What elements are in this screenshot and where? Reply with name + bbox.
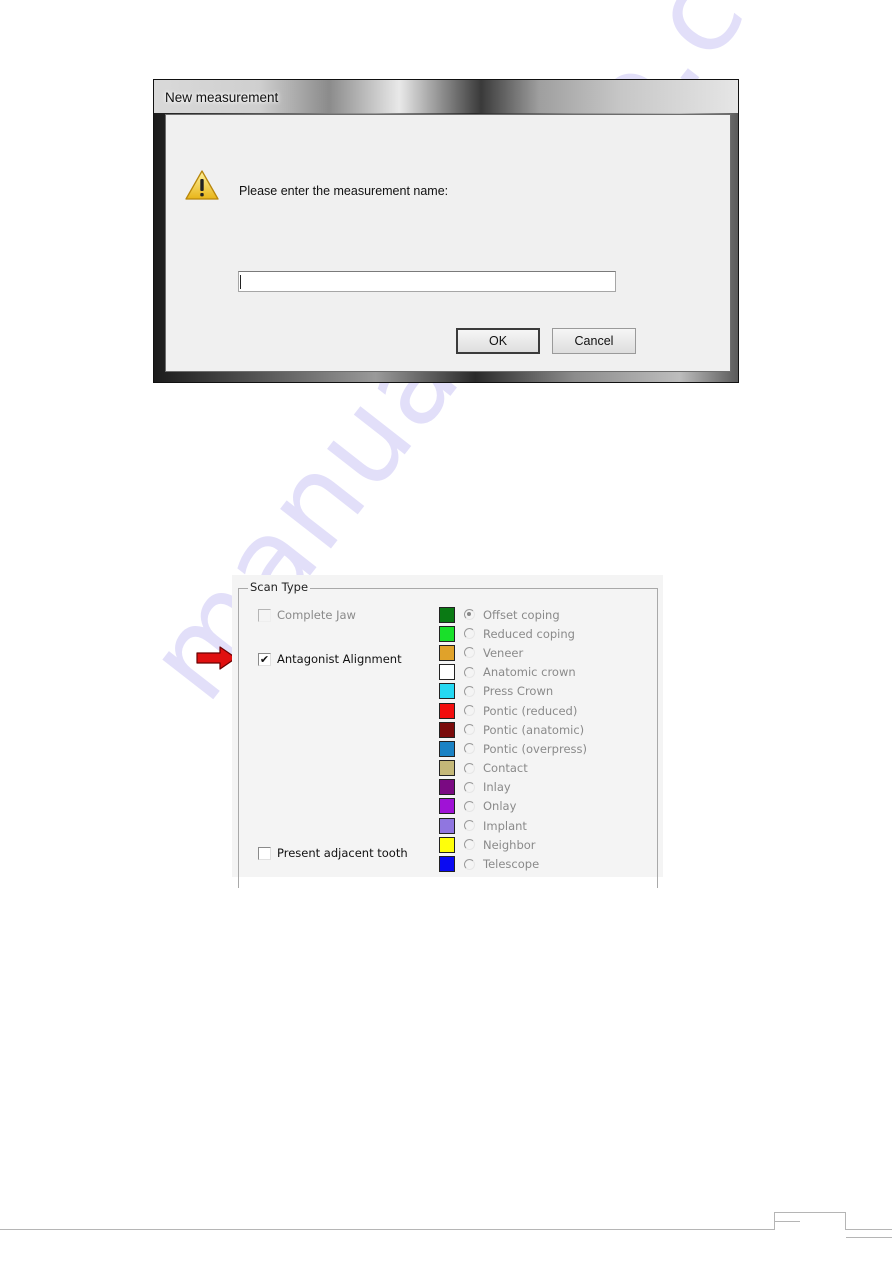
new-measurement-dialog: New measurement Please enter the measure… [153,79,739,383]
radio-button[interactable] [464,839,475,851]
scan-type-label: Onlay [483,799,517,814]
color-swatch [439,817,455,834]
scan-type-panel: Complete Jaw ✔ Antagonist Alignment Pres… [232,575,663,888]
scan-type-option[interactable]: Pontic (anatomic) [439,720,587,739]
dialog-prompt: Please enter the measurement name: [239,184,449,198]
footer-tab-rule [775,1221,800,1222]
scan-type-label: Contact [483,761,528,776]
scan-type-label: Pontic (anatomic) [483,722,585,737]
scan-type-label: Neighbor [483,837,536,852]
scan-type-option[interactable]: Anatomic crown [439,663,587,682]
checkbox-label: Present adjacent tooth [277,846,408,860]
scan-type-groupbox: Complete Jaw ✔ Antagonist Alignment Pres… [238,588,658,888]
scan-type-option[interactable]: Veneer [439,643,587,662]
measurement-name-input[interactable] [238,271,616,292]
color-swatch [439,856,455,873]
scan-type-option[interactable]: Telescope [439,854,587,873]
checkbox-label: Complete Jaw [277,608,356,622]
color-swatch [439,779,455,796]
dialog-body: Please enter the measurement name: OK Ca… [165,114,731,372]
radio-button[interactable] [464,858,475,870]
color-swatch [439,606,455,623]
scan-type-option[interactable]: Reduced coping [439,624,587,643]
radio-button[interactable] [464,666,475,678]
radio-button[interactable] [464,800,475,812]
color-swatch [439,702,455,719]
scan-type-option[interactable]: Neighbor [439,835,587,854]
scan-type-option[interactable]: Inlay [439,778,587,797]
scan-type-option[interactable]: Onlay [439,797,587,816]
radio-button[interactable] [464,820,475,832]
footer-rule [0,1229,775,1230]
scan-type-option[interactable]: Implant [439,816,587,835]
scan-type-label: Offset coping [483,607,560,622]
dialog-title: New measurement [165,90,279,105]
color-swatch [439,625,455,642]
dialog-titlebar[interactable]: New measurement [154,80,738,113]
scan-type-label: Pontic (overpress) [483,741,587,756]
checkmark-icon: ✔ [259,652,270,666]
scan-type-option[interactable]: Contact [439,759,587,778]
color-swatch [439,740,455,757]
cancel-button[interactable]: Cancel [552,328,636,354]
checkbox-box[interactable] [258,608,271,622]
radio-button[interactable] [464,628,475,640]
scan-type-option[interactable]: Pontic (overpress) [439,739,587,758]
scan-type-option[interactable]: Pontic (reduced) [439,701,587,720]
radio-button[interactable] [464,705,475,717]
scan-type-option[interactable]: Press Crown [439,682,587,701]
warning-icon [185,170,219,200]
scan-type-label: Telescope [483,857,540,872]
scan-type-label: Pontic (reduced) [483,703,578,718]
text-caret [240,275,241,289]
color-swatch [439,798,455,815]
radio-button[interactable] [464,781,475,793]
radio-button[interactable] [464,647,475,659]
radio-button[interactable] [464,685,475,697]
present-adjacent-tooth-checkbox[interactable]: Present adjacent tooth [258,846,408,860]
scan-type-radio-list: Offset coping Reduced coping Veneer Anatomi… [439,605,587,874]
radio-button[interactable] [464,743,475,755]
color-swatch [439,721,455,738]
color-swatch [439,664,455,681]
complete-jaw-checkbox[interactable]: Complete Jaw [258,608,356,622]
checkbox-box[interactable]: ✔ [258,652,271,666]
scan-type-option[interactable]: Offset coping [439,605,587,624]
scan-type-label: Implant [483,818,527,833]
scan-type-label: Anatomic crown [483,665,576,680]
radio-button[interactable] [464,762,475,774]
ok-button[interactable]: OK [456,328,540,354]
footer-rule-right-lower [846,1237,892,1238]
checkbox-label: Antagonist Alignment [277,652,402,666]
scan-type-label: Press Crown [483,684,554,699]
color-swatch [439,683,455,700]
footer-rule-right [846,1229,892,1230]
scan-type-label: Reduced coping [483,626,575,641]
color-swatch [439,760,455,777]
color-swatch [439,836,455,853]
scan-type-group-label: Scan Type [248,580,311,594]
radio-button[interactable] [464,724,475,736]
antagonist-alignment-checkbox[interactable]: ✔ Antagonist Alignment [258,652,402,666]
radio-button[interactable] [464,609,475,621]
checkbox-box[interactable] [258,846,271,860]
scan-type-label: Inlay [483,780,511,795]
scan-type-label: Veneer [483,645,524,660]
color-swatch [439,644,455,661]
